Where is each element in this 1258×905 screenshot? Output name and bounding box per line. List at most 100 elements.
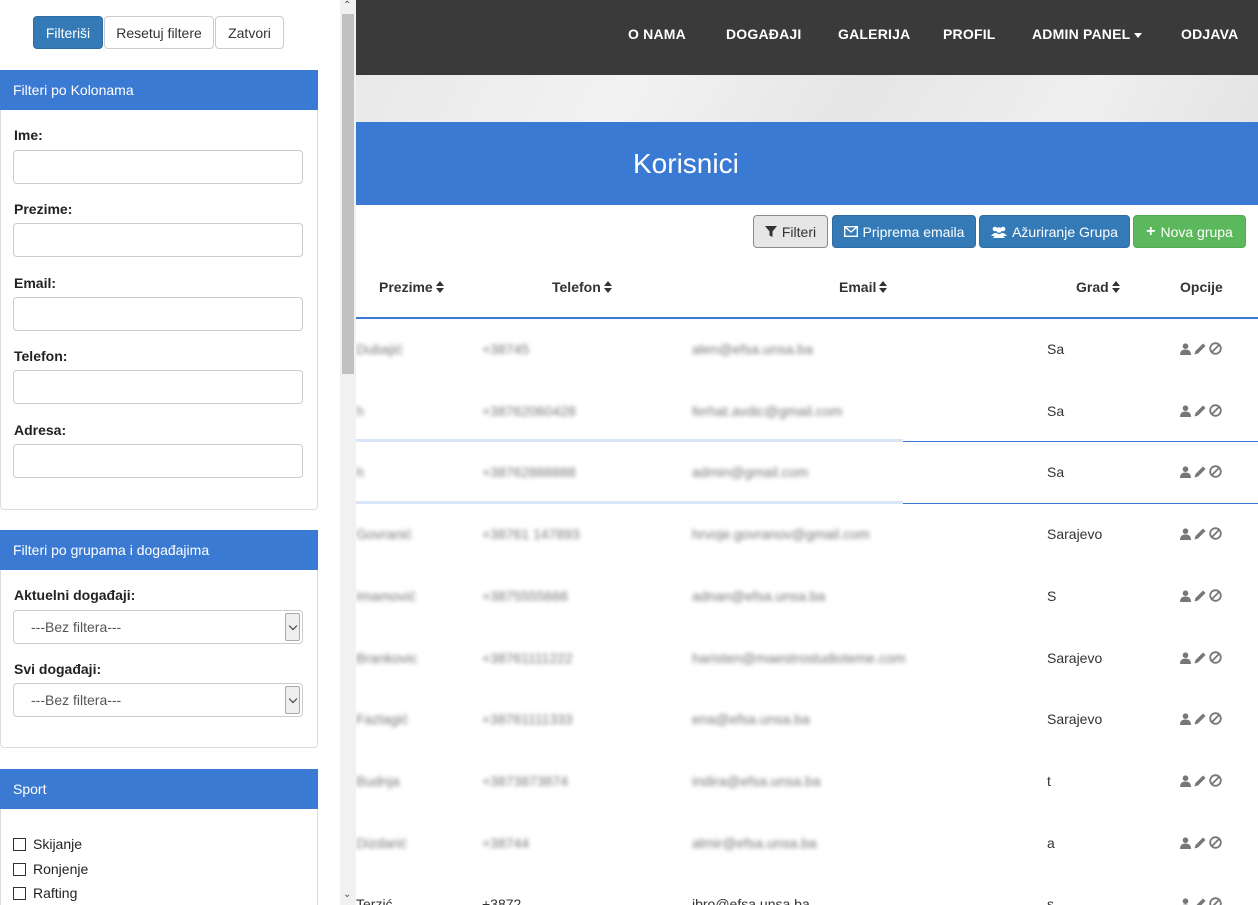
pencil-icon[interactable] (1194, 837, 1206, 849)
ban-icon[interactable] (1209, 465, 1222, 478)
user-icon[interactable] (1180, 712, 1191, 725)
row-options (1180, 465, 1222, 478)
user-icon[interactable] (1180, 527, 1191, 540)
table-row[interactable]: Dubajić +38745 alen@efsa.unsa.ba Sa (356, 318, 1258, 380)
ban-icon[interactable] (1209, 342, 1222, 355)
user-icon[interactable] (1180, 342, 1191, 355)
ban-icon[interactable] (1209, 527, 1222, 540)
caret-down-icon (1134, 32, 1143, 38)
table-row[interactable]: h +38762060428 ferhat.avdic@gmail.com Sa (356, 380, 1258, 442)
row-options (1180, 404, 1222, 417)
ban-icon[interactable] (1209, 774, 1222, 787)
user-icon[interactable] (1180, 404, 1191, 417)
filters-button[interactable]: Filteri (753, 215, 828, 248)
table-row[interactable]: Brankovic +38761111222 haristen@maestros… (356, 627, 1258, 689)
cell-email: alen@efsa.unsa.ba (692, 341, 813, 357)
pencil-icon[interactable] (1194, 775, 1206, 787)
ban-icon[interactable] (1209, 589, 1222, 602)
row-options (1180, 897, 1222, 905)
pencil-icon[interactable] (1194, 652, 1206, 664)
ban-icon[interactable] (1209, 712, 1222, 725)
sport-checkbox-skijanje[interactable]: Skijanje (13, 836, 82, 852)
th-grad-label: Grad (1076, 279, 1109, 295)
table-row[interactable]: Dizdarić +38744 almir@efsa.unsa.ba a (356, 812, 1258, 874)
hero-background (356, 75, 1258, 122)
table-row[interactable]: Terzić +3872 ibro@efsa.unsa.ba s (356, 874, 1258, 905)
users-icon (991, 226, 1008, 238)
cell-grad: Sa (1047, 341, 1065, 357)
cell-prezime: h (356, 464, 364, 480)
pencil-icon[interactable] (1194, 343, 1206, 355)
checkbox[interactable] (13, 886, 26, 900)
th-grad[interactable]: Grad (1076, 279, 1120, 295)
cell-grad: Sarajevo (1047, 711, 1103, 727)
scroll-down-icon[interactable]: ⌄ (343, 889, 351, 900)
adresa-input[interactable] (13, 444, 303, 478)
user-icon[interactable] (1180, 836, 1191, 849)
table-row[interactable]: Fazlagić +38761111333 ena@efsa.unsa.ba S… (356, 688, 1258, 750)
email-prep-button[interactable]: Priprema emaila (832, 215, 976, 248)
table-row[interactable]: Budnja +3873873874 indira@efsa.unsa.ba t (356, 750, 1258, 812)
nav-profil[interactable]: PROFIL (943, 26, 996, 42)
cell-telefon: +38761 147893 (482, 526, 580, 542)
adresa-label: Adresa: (14, 422, 67, 438)
ban-icon[interactable] (1209, 651, 1222, 664)
row-divider (903, 441, 1258, 442)
scroll-up-icon[interactable]: ⌃ (343, 0, 351, 11)
current-events-select[interactable]: ---Bez filtera--- (13, 610, 303, 644)
cell-grad: Sarajevo (1047, 650, 1103, 666)
ban-icon[interactable] (1209, 404, 1222, 417)
cell-prezime: Govranić (356, 526, 413, 542)
row-options (1180, 651, 1222, 664)
pencil-icon[interactable] (1194, 898, 1206, 905)
prezime-input[interactable] (13, 223, 303, 257)
prezime-label: Prezime: (14, 201, 73, 217)
apply-filter-button[interactable]: Filteriši (33, 16, 103, 49)
ban-icon[interactable] (1209, 836, 1222, 849)
ime-input[interactable] (13, 150, 303, 184)
user-icon[interactable] (1180, 774, 1191, 787)
update-groups-button[interactable]: Ažuriranje Grupa (979, 215, 1130, 248)
checkbox-label: Skijanje (33, 836, 83, 852)
sort-icon (1111, 281, 1120, 293)
sport-checkbox-rafting[interactable]: Rafting (13, 885, 77, 901)
row-highlight-line (356, 439, 903, 442)
table-row[interactable]: h +38762888888 admin@gmail.com Sa (356, 441, 1258, 503)
ban-icon[interactable] (1209, 897, 1222, 905)
checkbox[interactable] (13, 862, 26, 876)
th-prezime[interactable]: Prezime (379, 279, 444, 295)
user-icon[interactable] (1180, 465, 1191, 478)
all-events-select[interactable]: ---Bez filtera--- (13, 683, 303, 717)
row-options (1180, 527, 1222, 540)
ime-label: Ime: (14, 127, 43, 143)
checkbox[interactable] (13, 837, 26, 851)
pencil-icon[interactable] (1194, 405, 1206, 417)
nav-o-nama[interactable]: O NAMA (628, 26, 686, 42)
user-icon[interactable] (1180, 589, 1191, 602)
user-icon[interactable] (1180, 897, 1191, 905)
nav-odjava[interactable]: ODJAVA (1181, 26, 1238, 42)
cell-telefon: +38762060428 (482, 403, 576, 419)
nav-dogadjaji[interactable]: DOGAĐAJI (726, 26, 802, 42)
nav-galerija[interactable]: GALERIJA (838, 26, 910, 42)
table-row[interactable]: Govranić +38761 147893 hrvoje.govranov@g… (356, 503, 1258, 565)
close-sidebar-button[interactable]: Zatvori (215, 16, 284, 49)
pencil-icon[interactable] (1194, 590, 1206, 602)
telefon-input[interactable] (13, 370, 303, 404)
sport-checkbox-ronjenje[interactable]: Ronjenje (13, 861, 88, 877)
scrollbar-thumb[interactable] (342, 14, 354, 374)
user-icon[interactable] (1180, 651, 1191, 664)
th-prezime-label: Prezime (379, 279, 433, 295)
pencil-icon[interactable] (1194, 528, 1206, 540)
th-telefon[interactable]: Telefon (552, 279, 612, 295)
table-row[interactable]: Imamović +3875555666 adnan@efsa.unsa.ba … (356, 565, 1258, 627)
email-input[interactable] (13, 297, 303, 331)
new-group-button[interactable]: + Nova grupa (1133, 215, 1246, 248)
pencil-icon[interactable] (1194, 713, 1206, 725)
th-email[interactable]: Email (839, 279, 888, 295)
current-events-value: ---Bez filtera--- (31, 619, 122, 635)
nav-admin-panel[interactable]: ADMIN PANEL (1032, 26, 1143, 42)
pencil-icon[interactable] (1194, 466, 1206, 478)
checkbox-label: Rafting (33, 885, 78, 901)
reset-filters-button[interactable]: Resetuj filtere (104, 16, 214, 49)
